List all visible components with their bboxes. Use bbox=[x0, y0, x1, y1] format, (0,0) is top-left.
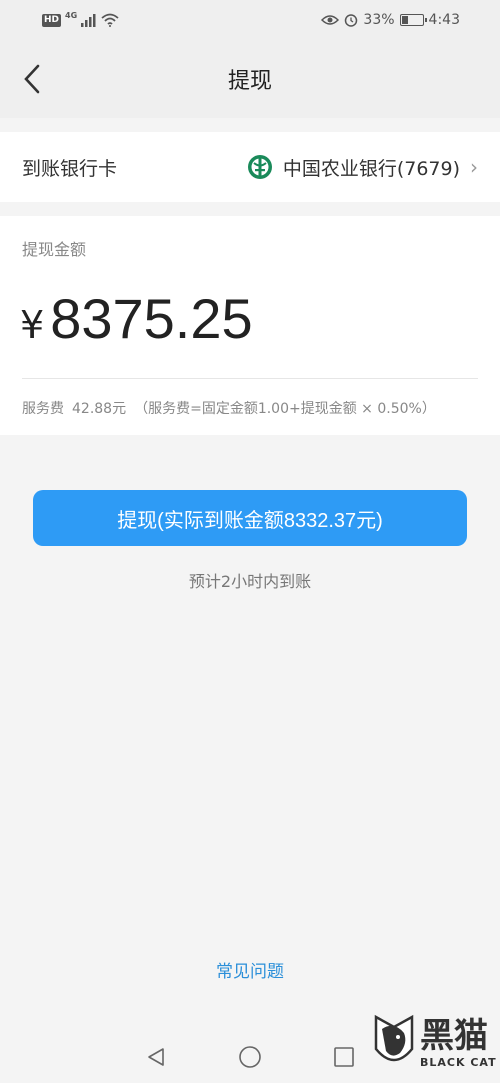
faq-link[interactable]: 常见问题 bbox=[0, 957, 500, 982]
battery-percent: 33% bbox=[363, 12, 395, 28]
alarm-icon bbox=[345, 14, 358, 27]
clock: 4:43 bbox=[428, 12, 460, 28]
watermark-cn: 黑猫 bbox=[420, 1016, 488, 1056]
abc-bank-logo-icon bbox=[247, 155, 272, 179]
fee-formula: （服务费=固定金额1.00+提现金额 × 0.50%） bbox=[134, 401, 436, 417]
battery-fill bbox=[401, 16, 408, 24]
bank-card-row[interactable]: 到账银行卡 中国农业银行(7679) › bbox=[0, 132, 500, 202]
square-recents-icon bbox=[334, 1046, 354, 1067]
fee-label: 服务费 bbox=[22, 401, 64, 417]
chevron-left-icon bbox=[24, 64, 40, 94]
amount-value: 8375.25 bbox=[50, 287, 253, 350]
signal-icon bbox=[81, 14, 96, 27]
circle-home-icon bbox=[239, 1045, 261, 1068]
nav-back-button[interactable] bbox=[139, 1040, 173, 1074]
back-button[interactable] bbox=[20, 64, 46, 94]
watermark-en: BLACK CAT bbox=[420, 1056, 497, 1069]
watermark: 黑猫 BLACK CAT bbox=[372, 1002, 500, 1083]
amount-card: 提现金额 ¥ 8375.25 服务费 42.88元 （服务费=固定金额1.00+… bbox=[0, 216, 500, 435]
fee-value: 42.88元 bbox=[72, 401, 127, 417]
chevron-right-icon: › bbox=[470, 155, 478, 179]
network-type: 4G bbox=[65, 11, 78, 20]
eye-comfort-icon bbox=[321, 15, 340, 25]
status-left: HD 4G bbox=[42, 11, 119, 27]
page-title: 提现 bbox=[227, 69, 272, 94]
amount-label: 提现金额 bbox=[22, 240, 87, 259]
battery-icon bbox=[399, 14, 427, 26]
arrival-eta: 预计2小时内到账 bbox=[188, 572, 312, 591]
wifi-icon bbox=[101, 13, 119, 27]
bank-card-label: 到账银行卡 bbox=[22, 157, 118, 180]
divider bbox=[22, 378, 478, 379]
currency-symbol: ¥ bbox=[20, 303, 45, 347]
status-right: 33% 4:43 bbox=[321, 12, 460, 28]
amount-input[interactable]: ¥ 8375.25 bbox=[20, 286, 253, 351]
nav-home-button[interactable] bbox=[233, 1040, 267, 1074]
nav-recents-button[interactable] bbox=[327, 1040, 361, 1074]
nav-bar: 提现 bbox=[0, 40, 500, 118]
hd-badge: HD bbox=[42, 13, 62, 27]
bank-selector[interactable]: 中国农业银行(7679) › bbox=[247, 154, 478, 181]
fee-info: 服务费 42.88元 （服务费=固定金额1.00+提现金额 × 0.50%） bbox=[22, 398, 436, 418]
black-cat-logo-icon bbox=[374, 1014, 414, 1061]
withdraw-button[interactable]: 提现(实际到账金额8332.37元) bbox=[33, 490, 467, 546]
status-bar: HD 4G 33% 4:43 bbox=[0, 0, 500, 40]
watermark-text: 黑猫 BLACK CAT bbox=[420, 1016, 497, 1069]
bank-name: 中国农业银行(7679) bbox=[282, 157, 460, 180]
triangle-back-icon bbox=[148, 1047, 164, 1066]
